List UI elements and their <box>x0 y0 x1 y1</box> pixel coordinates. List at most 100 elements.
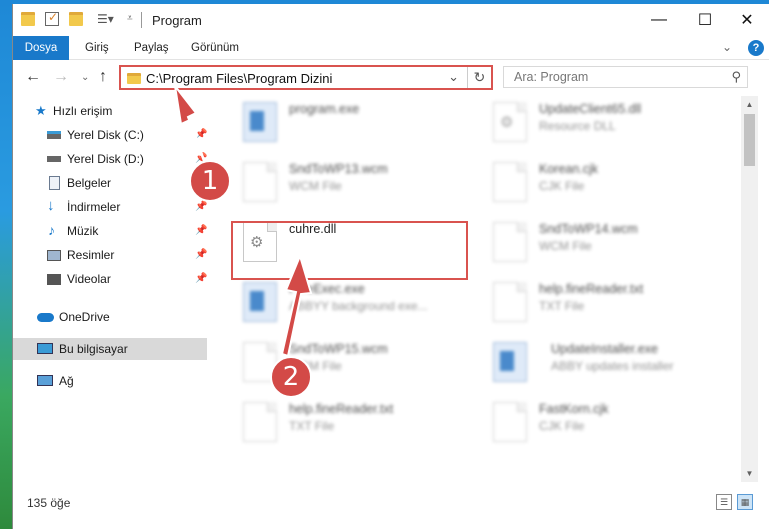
download-icon: ↓ <box>47 197 55 214</box>
file-icon <box>493 402 527 442</box>
large-icons-view-icon[interactable]: ▦ <box>737 494 753 510</box>
sidebar-item-label: Bu bilgisayar <box>59 342 128 356</box>
file-item[interactable]: ⚙ UpdateClient65.dll Resource DLL <box>459 98 699 154</box>
address-dropdown-icon[interactable]: ⌄ <box>448 69 459 85</box>
refresh-button[interactable]: ↻ <box>467 67 491 88</box>
pin-icon[interactable]: 📌 <box>195 244 207 266</box>
sidebar-item-label: Resimler <box>67 248 115 262</box>
customize-toolbar-icon[interactable]: ☰▾ <box>97 12 114 26</box>
sidebar-item-label: Müzik <box>67 224 99 238</box>
scroll-down-icon[interactable]: ▼ <box>741 465 758 482</box>
file-item[interactable]: UpdateInstaller.exe ABBY updates install… <box>459 338 699 394</box>
ribbon-expand-icon[interactable]: ⌄ <box>722 40 732 54</box>
sidebar-item-this-pc[interactable]: Bu bilgisayar <box>13 338 207 360</box>
pin-icon[interactable]: 📌 <box>195 124 207 146</box>
tab-home[interactable]: Giriş <box>85 36 109 60</box>
application-icon <box>243 102 277 142</box>
sidebar-item-label: Videolar <box>67 272 111 286</box>
close-button[interactable]: ✕ <box>724 4 769 36</box>
file-item[interactable]: FastKorn.cjk CJK File <box>459 398 699 454</box>
videos-icon <box>47 274 61 285</box>
file-item[interactable]: Korean.cjk CJK File <box>459 158 699 214</box>
status-bar: 135 öğe ☰ ▦ <box>13 484 769 529</box>
help-icon[interactable]: ? <box>748 40 764 56</box>
drive-icon <box>47 156 61 162</box>
sidebar-item-quick-access[interactable]: ★ Hızlı erişim <box>13 100 207 122</box>
file-type: WCM File <box>539 239 592 253</box>
highlight-box <box>231 221 468 280</box>
sidebar-item-label: OneDrive <box>59 310 110 324</box>
sidebar-item-videos[interactable]: Videolar 📌 <box>13 268 207 290</box>
search-placeholder[interactable]: Ara: Program <box>514 70 588 84</box>
sidebar-item-disk-d[interactable]: Yerel Disk (D:) 📌 <box>13 148 207 170</box>
folder-icon <box>127 73 141 84</box>
file-type: Resource DLL <box>539 119 616 133</box>
file-type: TXT File <box>539 299 585 313</box>
scroll-up-icon[interactable]: ▲ <box>741 96 758 113</box>
folder-icon <box>21 12 35 26</box>
file-name: help.fineReader.txt <box>289 402 394 416</box>
file-type: ABBY updates installer <box>551 359 674 373</box>
file-item[interactable]: SndToWP14.wcm WCM File <box>459 218 699 274</box>
file-item[interactable]: help.fineReader.txt TXT File <box>459 278 699 334</box>
minimize-button[interactable]: — <box>636 4 682 36</box>
sidebar-item-downloads[interactable]: ↓ İndirmeler 📌 <box>13 196 207 218</box>
file-icon <box>243 162 277 202</box>
file-item[interactable]: SndToWP15.wcm WCM File <box>209 338 449 394</box>
tab-share[interactable]: Paylaş <box>134 36 169 60</box>
recent-locations-button[interactable]: ⌄ <box>81 72 89 83</box>
file-item[interactable]: SndToWP13.wcm WCM File <box>209 158 449 214</box>
file-icon <box>493 282 527 322</box>
sidebar-item-label: Hızlı erişim <box>53 104 113 118</box>
pictures-icon <box>47 250 61 261</box>
file-name: Korean.cjk <box>539 162 599 176</box>
back-button[interactable]: ← <box>25 68 41 86</box>
file-name: help.fineReader.txt <box>539 282 644 296</box>
file-item[interactable]: FineExec.exe ABBYY background exe... <box>209 278 449 334</box>
sidebar-item-label: Belgeler <box>67 176 112 190</box>
sidebar-item-documents[interactable]: Belgeler 📌 <box>13 172 207 194</box>
quick-access-dropdown-icon[interactable]: ⩡ <box>127 12 141 26</box>
file-name: FineExec.exe <box>289 282 365 296</box>
application-icon <box>243 282 277 322</box>
file-item[interactable]: help.fineReader.txt TXT File <box>209 398 449 454</box>
forward-button[interactable]: → <box>53 68 69 86</box>
star-icon: ★ <box>35 103 47 118</box>
navigation-bar: ← → ⌄ ↑ C:\Program Files\Program Dizini … <box>13 60 769 96</box>
pin-icon[interactable]: 📌 <box>195 220 207 242</box>
search-icon: ⚲ <box>731 69 741 84</box>
sidebar-item-label: Ağ <box>59 374 74 388</box>
maximize-button[interactable]: ☐ <box>682 4 728 36</box>
details-view-icon[interactable]: ☰ <box>716 494 732 510</box>
address-path[interactable]: C:\Program Files\Program Dizini <box>146 71 332 86</box>
tab-view[interactable]: Görünüm <box>191 36 239 60</box>
network-icon <box>37 375 53 386</box>
tab-file[interactable]: Dosya <box>13 36 69 60</box>
item-count: 135 öğe <box>27 496 71 510</box>
properties-icon[interactable]: ✓ <box>45 10 59 26</box>
address-bar[interactable]: C:\Program Files\Program Dizini ⌄ ↻ <box>119 65 493 90</box>
sidebar-item-disk-c[interactable]: Yerel Disk (C:) 📌 <box>13 124 207 146</box>
annotation-badge-1: 1 <box>189 160 231 202</box>
title-separator <box>141 12 142 28</box>
documents-icon <box>49 176 60 190</box>
file-icon <box>243 402 277 442</box>
file-list: program.exe ⚙ UpdateClient65.dll Resourc… <box>209 96 741 482</box>
file-item[interactable]: program.exe <box>209 98 449 154</box>
new-folder-icon[interactable] <box>69 12 83 26</box>
sidebar-item-network[interactable]: Ağ <box>13 370 207 392</box>
music-icon: ♪ <box>48 222 55 238</box>
sidebar-item-music[interactable]: ♪ Müzik 📌 <box>13 220 207 242</box>
search-box[interactable]: Ara: Program ⚲ <box>503 66 748 88</box>
scroll-thumb[interactable] <box>744 114 755 166</box>
sidebar-item-pictures[interactable]: Resimler 📌 <box>13 244 207 266</box>
file-type: CJK File <box>539 419 585 433</box>
file-type: CJK File <box>539 179 585 193</box>
file-name: SndToWP13.wcm <box>289 162 388 176</box>
vertical-scrollbar[interactable]: ▲ ▼ <box>741 96 758 482</box>
computer-icon <box>37 343 53 354</box>
up-button[interactable]: ↑ <box>99 68 107 86</box>
pin-icon[interactable]: 📌 <box>195 268 207 290</box>
file-type: TXT File <box>289 419 335 433</box>
sidebar-item-onedrive[interactable]: OneDrive <box>13 306 207 328</box>
